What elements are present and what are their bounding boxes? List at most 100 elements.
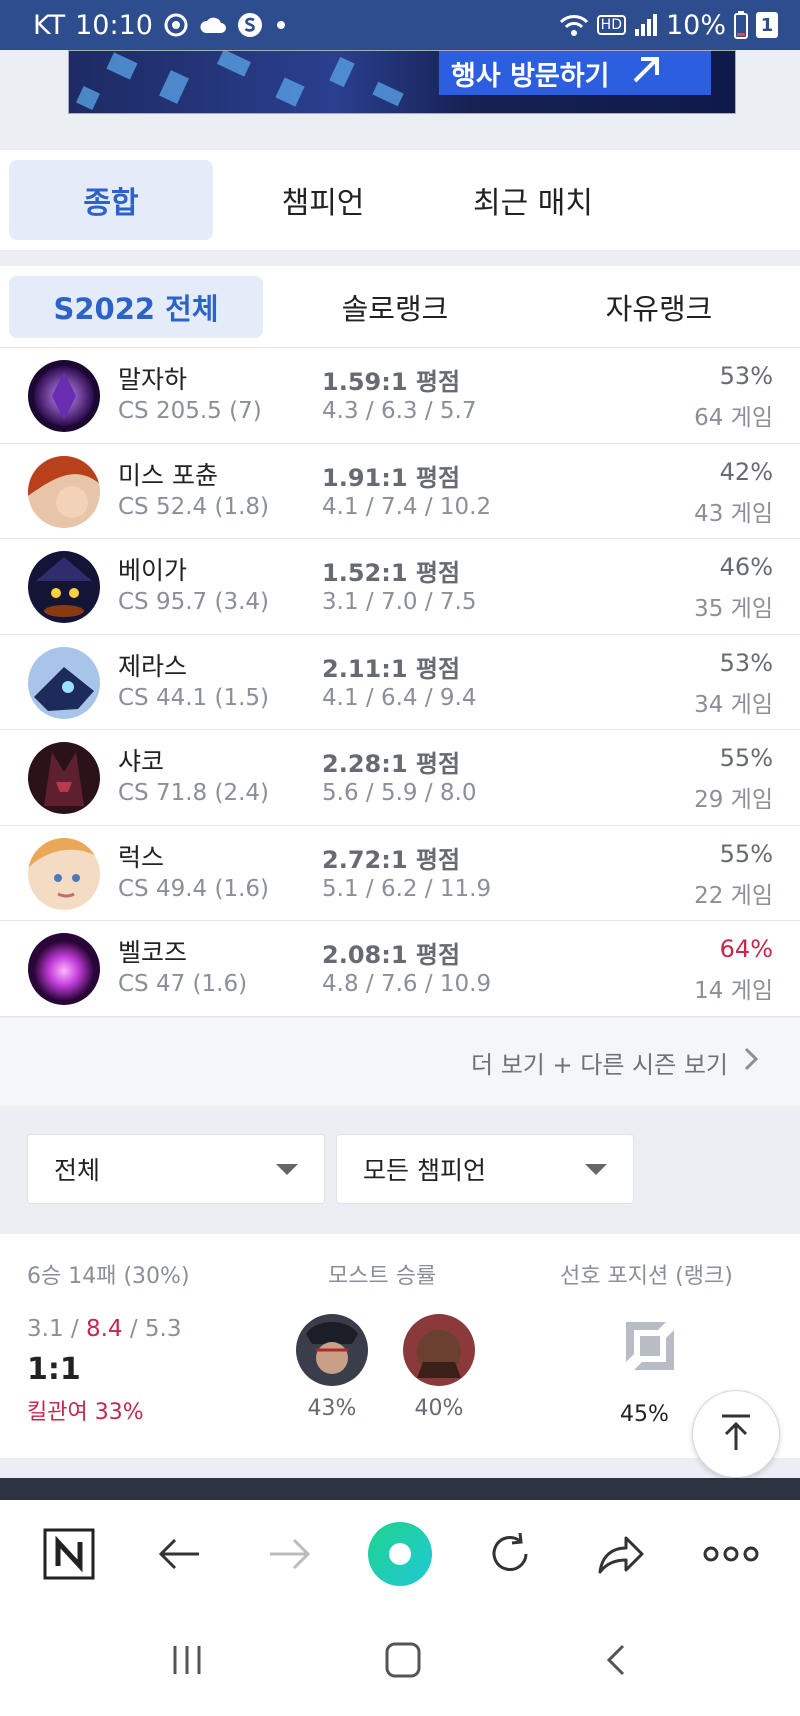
champion-kda: 1.59:1 평점 — [322, 368, 461, 396]
most-winrate-title: 모스트 승률 — [328, 1264, 437, 1289]
champion-row[interactable]: 미스 포츈 CS 52.4 (1.8) 1.91:1 평점 4.1 / 7.4 … — [0, 444, 800, 539]
champion-winrate: 42% — [719, 457, 773, 486]
champion-kda: 1.52:1 평점 — [322, 559, 461, 587]
champion-games: 29 게임 — [694, 787, 773, 813]
tab-flex-rank[interactable]: 자유랭크 — [527, 276, 791, 338]
clock: 10:10 — [75, 9, 153, 41]
recent-summary: 6승 14패 (30%) 3.1 / 8.4 / 5.3 1:1 킬관여 33%… — [0, 1234, 800, 1458]
cloud-icon — [199, 15, 227, 35]
champion-name: 럭스 — [118, 842, 165, 872]
battery-percent: 10% — [665, 9, 726, 41]
notification-dot-icon — [273, 17, 289, 33]
naver-home-button[interactable] — [29, 1514, 109, 1594]
champion-name: 제라스 — [118, 651, 188, 681]
champion-row[interactable]: 베이가 CS 95.7 (3.4) 1.52:1 평점 3.1 / 7.0 / … — [0, 539, 800, 635]
most-champion[interactable]: 43% — [296, 1314, 368, 1421]
share-button[interactable] — [581, 1514, 661, 1594]
sync-icon — [163, 12, 189, 38]
champion-games: 14 게임 — [694, 978, 773, 1004]
champion-avg-kda: 4.1 / 7.4 / 10.2 — [322, 493, 492, 520]
champion-row[interactable]: 말자하 CS 205.5 (7) 1.59:1 평점 4.3 / 6.3 / 5… — [0, 348, 800, 444]
champion-avatar — [28, 933, 100, 1005]
champion-avatar — [28, 742, 100, 814]
system-navigation — [0, 1608, 800, 1716]
kda-separator: / — [129, 1316, 138, 1342]
queue-select[interactable]: 전체 — [27, 1134, 325, 1204]
position-top-icon — [622, 1318, 678, 1374]
champion-avatar — [403, 1314, 475, 1386]
champion-avatar — [28, 551, 100, 623]
preferred-position-title: 선호 포지션 (랭크) — [560, 1264, 733, 1289]
champion-name: 말자하 — [118, 365, 188, 394]
champion-cs: CS 95.7 (3.4) — [118, 589, 270, 615]
tab-solo-rank[interactable]: 솔로랭크 — [263, 276, 527, 338]
system-back-button[interactable] — [601, 1642, 631, 1682]
scroll-to-top-button[interactable] — [692, 1390, 780, 1478]
avg-deaths: 8.4 — [85, 1316, 123, 1342]
champion-avatar — [28, 360, 100, 432]
green-dot-button[interactable] — [360, 1514, 440, 1594]
arrow-up-right-icon — [629, 53, 663, 94]
tab-recent-matches[interactable]: 최근 매치 — [433, 160, 633, 240]
champion-kda: 2.72:1 평점 — [322, 845, 461, 874]
most-champion-winrate: 43% — [307, 1396, 357, 1421]
recent-apps-button[interactable] — [169, 1642, 205, 1682]
champion-cs: CS 49.4 (1.6) — [118, 875, 270, 902]
champion-cs: CS 71.8 (2.4) — [118, 780, 270, 806]
tab-summary[interactable]: 종합 — [9, 160, 213, 240]
champion-row[interactable]: 벨코즈 CS 47 (1.6) 2.08:1 평점 4.8 / 7.6 / 10… — [0, 921, 800, 1017]
champion-winrate: 64% — [719, 935, 773, 963]
champion-winrate: 53% — [719, 362, 773, 390]
kda-ratio: 1:1 — [27, 1352, 81, 1387]
champion-avatar — [28, 837, 100, 910]
champion-avatar — [28, 646, 100, 719]
main-tabs: 종합 챔피언 최근 매치 — [0, 150, 800, 250]
champion-avatar — [296, 1314, 368, 1386]
champion-kda: 1.91:1 평점 — [322, 463, 461, 492]
champion-cs: CS 52.4 (1.8) — [118, 493, 270, 520]
champion-row[interactable]: 제라스 CS 44.1 (1.5) 2.11:1 평점 4.1 / 6.4 / … — [0, 635, 800, 730]
back-button[interactable] — [139, 1514, 219, 1594]
champion-avg-kda: 3.1 / 7.0 / 7.5 — [322, 589, 477, 615]
ad-area: 행사 방문하기 — [0, 50, 800, 150]
ad-visit-button[interactable]: 행사 방문하기 — [439, 51, 711, 95]
queue-select-value: 전체 — [54, 1156, 101, 1185]
kill-participation: 킬관여 33% — [27, 1400, 144, 1425]
more-options-button[interactable] — [691, 1514, 771, 1594]
champion-row[interactable]: 럭스 CS 49.4 (1.6) 2.72:1 평점 5.1 / 6.2 / 1… — [0, 826, 800, 921]
hd-badge: HD — [596, 15, 626, 35]
champion-avg-kda: 4.3 / 6.3 / 5.7 — [322, 398, 477, 424]
champion-winrate: 55% — [719, 744, 773, 772]
champion-avatar — [28, 455, 100, 528]
avg-kills: 3.1 — [27, 1316, 64, 1342]
more-seasons-link[interactable]: 더 보기 + 다른 시즌 보기 — [0, 1018, 800, 1106]
carrier-label: KT — [33, 9, 66, 41]
champion-winrate: 53% — [719, 648, 773, 677]
tab-season-all[interactable]: S2022 전체 — [9, 275, 263, 338]
champion-kda: 2.28:1 평점 — [322, 750, 461, 778]
champion-name: 샤코 — [118, 747, 165, 776]
champion-avg-kda: 5.6 / 5.9 / 8.0 — [322, 780, 477, 806]
champion-games: 64 게임 — [694, 405, 773, 431]
home-button[interactable] — [383, 1640, 423, 1684]
footer-strip — [0, 1478, 800, 1500]
sim-badge: 1 — [756, 12, 778, 38]
champion-select-value: 모든 챔피언 — [363, 1156, 486, 1185]
ad-visit-label: 행사 방문하기 — [451, 60, 610, 92]
ad-banner[interactable]: 행사 방문하기 — [68, 50, 736, 114]
caret-down-icon — [276, 1163, 298, 1175]
tab-champions[interactable]: 챔피언 — [213, 160, 433, 240]
chevron-right-icon — [742, 1045, 760, 1079]
champion-cs: CS 205.5 (7) — [118, 398, 262, 424]
reload-button[interactable] — [470, 1514, 550, 1594]
arrow-up-icon — [716, 1412, 756, 1456]
most-champion[interactable]: 40% — [403, 1314, 475, 1421]
s-app-icon — [237, 12, 263, 38]
average-kda: 3.1 / 8.4 / 5.3 — [27, 1316, 181, 1342]
champion-winrate: 46% — [719, 553, 773, 581]
champion-name: 미스 포츈 — [118, 460, 218, 490]
forward-button[interactable] — [250, 1514, 330, 1594]
champion-row[interactable]: 샤코 CS 71.8 (2.4) 2.28:1 평점 5.6 / 5.9 / 8… — [0, 730, 800, 826]
champion-avg-kda: 5.1 / 6.2 / 11.9 — [322, 875, 492, 902]
champion-select[interactable]: 모든 챔피언 — [336, 1134, 634, 1204]
